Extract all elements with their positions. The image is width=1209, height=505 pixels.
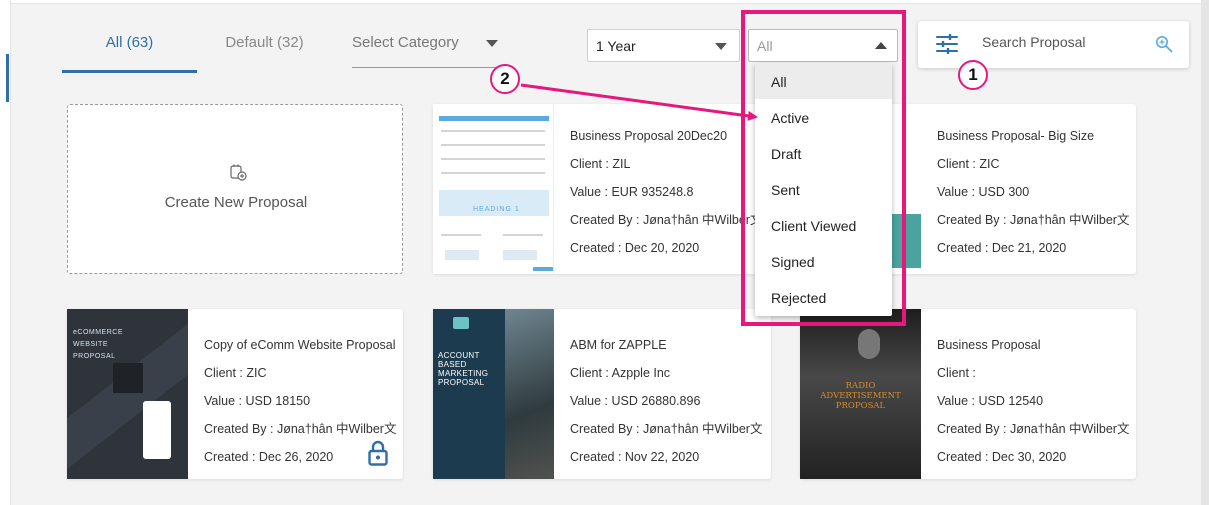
proposal-created-by: Created By : Jøna†hân 中Wilber文 [937, 422, 1130, 436]
status-dropdown-menu: All Active Draft Sent Client Viewed Sign… [755, 63, 892, 316]
proposal-title[interactable]: Copy of eComm Website Proposal [204, 331, 396, 359]
scrollbar[interactable] [1201, 0, 1209, 505]
proposal-created-date: Created : Dec 30, 2020 [937, 450, 1067, 464]
status-select-value: All [757, 38, 773, 54]
proposal-created-date: Created : Dec 21, 2020 [937, 241, 1067, 255]
create-proposal-label: Create New Proposal [164, 194, 308, 211]
annotation-badge-1: 1 [958, 60, 988, 90]
chevron-down-icon [486, 40, 498, 47]
annotation-badge-2: 2 [490, 64, 520, 94]
status-option-client-viewed[interactable]: Client Viewed [755, 207, 892, 243]
tab-all[interactable]: All (63) [62, 34, 197, 51]
proposal-value: Value : USD 18150 [204, 394, 311, 408]
period-select[interactable]: 1 Year [587, 29, 740, 62]
status-select[interactable]: All [748, 29, 898, 62]
chevron-down-icon [715, 43, 727, 50]
proposal-thumbnail: eCOMMERCE WEBSITE PROPOSAL [67, 309, 188, 479]
proposal-info: ABM for ZAPPLE Client : Azpple Inc Value… [570, 331, 762, 471]
proposal-info: Business Proposal 20Dec20 Client : ZIL V… [570, 122, 762, 262]
status-option-active[interactable]: Active [755, 99, 892, 135]
proposal-card[interactable]: ACCOUNT BASED MARKETING PROPOSAL ABM for… [433, 309, 771, 479]
thumbnail-heading: HEADING 1 [473, 206, 520, 213]
search-bar [918, 21, 1189, 68]
thumbnail-text: ACCOUNT BASED MARKETING PROPOSAL [438, 351, 489, 387]
proposal-created-by: Created By : Jøna†hân 中Wilber文 [937, 213, 1130, 227]
add-document-icon [230, 164, 247, 181]
proposal-title[interactable]: ABM for ZAPPLE [570, 331, 762, 359]
top-border [11, 0, 1201, 4]
category-select-label: Select Category [352, 34, 459, 51]
proposal-thumbnail: HEADING 1 [433, 104, 554, 274]
lock-icon [368, 440, 388, 466]
proposal-created-by: Created By : Jøna†hân 中Wilber文 [570, 422, 763, 436]
status-option-all[interactable]: All [755, 63, 892, 99]
proposal-client: Client : Azpple Inc [570, 366, 671, 380]
period-select-value: 1 Year [596, 38, 636, 54]
chevron-up-icon [875, 42, 887, 49]
proposal-thumbnail: ACCOUNT BASED MARKETING PROPOSAL [433, 309, 554, 479]
proposal-value: Value : USD 26880.896 [570, 394, 701, 408]
proposal-created-by: Created By : Jøna†hân 中Wilber文 [204, 422, 397, 436]
proposal-client: Client : ZIL [570, 157, 631, 171]
proposal-value: Value : USD 300 [937, 185, 1030, 199]
status-option-signed[interactable]: Signed [755, 243, 892, 279]
left-rail [0, 0, 11, 505]
filter-sliders-icon[interactable] [936, 34, 958, 54]
proposal-card[interactable]: RADIO ADVERTISEMENT PROPOSAL Business Pr… [800, 309, 1136, 479]
rail-accent [6, 54, 9, 102]
thumbnail-text: WEBSITE [73, 341, 109, 348]
proposal-info: Business Proposal Client : Value : USD 1… [937, 331, 1129, 471]
proposal-value: Value : USD 12540 [937, 394, 1044, 408]
status-option-draft[interactable]: Draft [755, 135, 892, 171]
status-option-sent[interactable]: Sent [755, 171, 892, 207]
proposal-created-by: Created By : Jøna†hân 中Wilber文 [570, 213, 763, 227]
tab-default[interactable]: Default (32) [197, 34, 332, 51]
proposal-client: Client : ZIC [204, 366, 267, 380]
proposal-value: Value : EUR 935248.8 [570, 185, 694, 199]
proposal-created-date: Created : Dec 20, 2020 [570, 241, 700, 255]
thumbnail-text: PROPOSAL [73, 353, 116, 360]
thumbnail-text: eCOMMERCE [73, 329, 124, 336]
proposal-card[interactable]: eCOMMERCE WEBSITE PROPOSAL Copy of eComm… [67, 309, 403, 479]
active-tab-underline [62, 70, 197, 73]
proposal-title[interactable]: Business Proposal- Big Size [937, 122, 1129, 150]
status-option-rejected[interactable]: Rejected [755, 279, 892, 315]
proposal-client: Client : ZIC [937, 157, 1000, 171]
category-select[interactable]: Select Category [352, 34, 504, 68]
proposal-title[interactable]: Business Proposal [937, 331, 1129, 359]
search-input[interactable] [982, 34, 1152, 50]
proposal-title[interactable]: Business Proposal 20Dec20 [570, 122, 762, 150]
proposal-client: Client : [937, 366, 976, 380]
proposal-card[interactable]: HEADING 1 Business Proposal 20Dec20 Clie… [433, 104, 771, 274]
create-proposal-card[interactable]: Create New Proposal [67, 104, 403, 274]
proposal-info: Business Proposal- Big Size Client : ZIC… [937, 122, 1129, 262]
thumbnail-text: RADIO ADVERTISEMENT PROPOSAL [820, 381, 901, 411]
proposal-thumbnail: RADIO ADVERTISEMENT PROPOSAL [800, 309, 921, 479]
proposal-created-date: Created : Nov 22, 2020 [570, 450, 700, 464]
search-zoom-icon[interactable] [1155, 35, 1173, 53]
